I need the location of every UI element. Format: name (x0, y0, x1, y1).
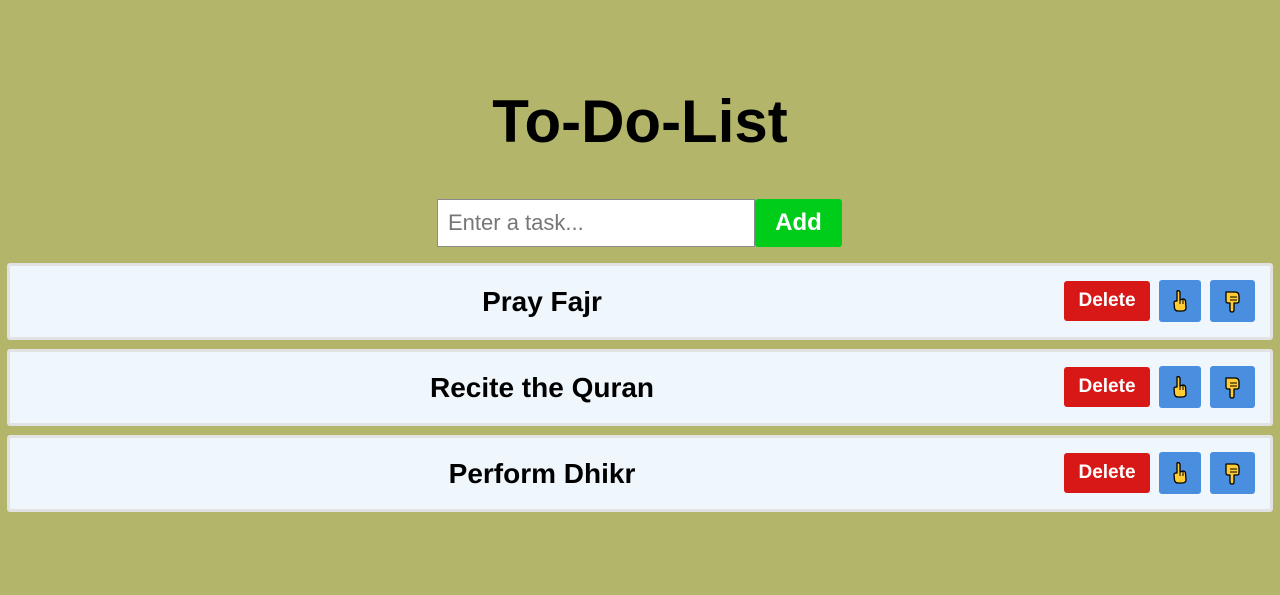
task-item: Recite the Quran Delete (7, 349, 1273, 426)
task-actions: Delete (1064, 280, 1255, 322)
task-list: Pray Fajr Delete Recite the Quran Delete (7, 263, 1273, 521)
add-task-form: Add (437, 199, 842, 247)
hand-pointing-up-icon (1173, 290, 1187, 312)
task-item: Perform Dhikr Delete (7, 435, 1273, 512)
delete-button[interactable]: Delete (1064, 367, 1150, 407)
task-input[interactable] (437, 199, 755, 247)
hand-pointing-up-icon (1173, 462, 1187, 484)
move-up-button[interactable] (1159, 366, 1201, 408)
hand-pointing-down-icon (1224, 463, 1240, 485)
hand-pointing-down-icon (1224, 291, 1240, 313)
delete-button[interactable]: Delete (1064, 281, 1150, 321)
task-item: Pray Fajr Delete (7, 263, 1273, 340)
task-text: Perform Dhikr (448, 458, 636, 489)
move-down-button[interactable] (1210, 280, 1255, 322)
task-text: Pray Fajr (482, 286, 602, 317)
move-down-button[interactable] (1210, 366, 1255, 408)
task-text: Recite the Quran (429, 372, 655, 403)
task-actions: Delete (1064, 366, 1255, 408)
hand-pointing-up-icon (1173, 376, 1187, 398)
page-title: To-Do-List (492, 88, 788, 155)
task-actions: Delete (1064, 452, 1255, 494)
add-button[interactable]: Add (755, 199, 842, 247)
move-down-button[interactable] (1210, 452, 1255, 494)
move-up-button[interactable] (1159, 280, 1201, 322)
move-up-button[interactable] (1159, 452, 1201, 494)
hand-pointing-down-icon (1224, 377, 1240, 399)
delete-button[interactable]: Delete (1064, 453, 1150, 493)
